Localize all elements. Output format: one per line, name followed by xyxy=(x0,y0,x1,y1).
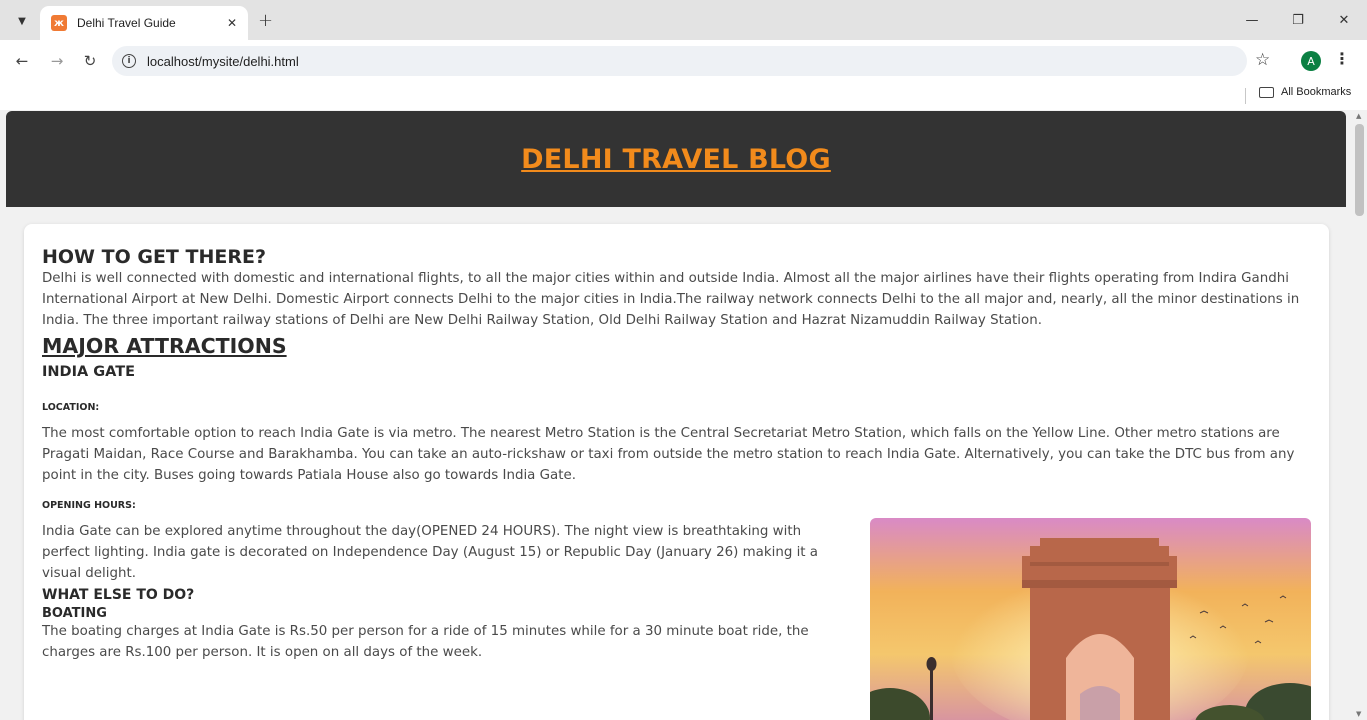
location-text: The most comfortable option to reach Ind… xyxy=(42,426,1295,483)
address-bar[interactable]: i localhost/mysite/delhi.html xyxy=(112,46,1247,76)
get-there-heading: HOW TO GET THERE? xyxy=(42,246,266,268)
page-scrollbar[interactable]: ▲ ▼ xyxy=(1352,110,1367,720)
tab-active[interactable]: ж Delhi Travel Guide ✕ xyxy=(40,6,248,40)
site-title[interactable]: DELHI TRAVEL BLOG xyxy=(521,144,831,175)
kebab-icon[interactable]: ⋮ xyxy=(1334,49,1350,68)
arrow-left-icon[interactable]: ← xyxy=(12,51,32,71)
get-there-text: Delhi is well connected with domestic an… xyxy=(42,271,1300,328)
opening-hours-text: India Gate can be explored anytime throu… xyxy=(42,524,819,581)
major-attractions-heading: MAJOR ATTRACTIONS xyxy=(42,334,287,358)
all-bookmarks-label: All Bookmarks xyxy=(1281,86,1352,98)
star-icon[interactable]: ☆ xyxy=(1255,50,1270,70)
boating-text: The boating charges at India Gate is Rs.… xyxy=(42,624,809,660)
arrow-right-icon[interactable]: → xyxy=(47,51,67,71)
india-gate-heading: INDIA GATE xyxy=(42,364,136,380)
window-controls: — ❐ ✕ xyxy=(1229,0,1367,40)
info-icon[interactable]: i xyxy=(122,54,136,68)
reload-icon[interactable]: ↻ xyxy=(80,51,100,71)
restore-icon[interactable]: ❐ xyxy=(1275,0,1321,40)
close-icon[interactable]: ✕ xyxy=(224,16,240,30)
avatar[interactable]: A xyxy=(1301,51,1321,71)
site-header: DELHI TRAVEL BLOG xyxy=(6,111,1346,207)
chevron-down-icon[interactable]: ▼ xyxy=(12,11,32,31)
window-close-icon[interactable]: ✕ xyxy=(1321,0,1367,40)
browser-toolbar: ← → ↻ i localhost/mysite/delhi.html ☆ A … xyxy=(0,40,1367,82)
opening-hours-label: OPENING HOURS: xyxy=(42,500,136,511)
minimize-icon[interactable]: — xyxy=(1229,0,1275,40)
india-gate-image xyxy=(870,518,1311,720)
tab-title: Delhi Travel Guide xyxy=(77,16,176,30)
bookmarks-bar: All Bookmarks xyxy=(0,82,1367,110)
plus-icon[interactable]: + xyxy=(258,10,273,31)
url-text[interactable]: localhost/mysite/delhi.html xyxy=(147,54,299,69)
scroll-down-icon[interactable]: ▼ xyxy=(1356,710,1361,718)
bookmarks-separator xyxy=(1245,88,1246,104)
india-gate-illustration xyxy=(870,518,1311,720)
scroll-thumb[interactable] xyxy=(1355,124,1364,216)
scroll-up-icon[interactable]: ▲ xyxy=(1356,112,1361,120)
all-bookmarks-button[interactable]: All Bookmarks xyxy=(1259,86,1351,98)
folder-icon xyxy=(1259,86,1274,98)
tab-strip: ▼ ж Delhi Travel Guide ✕ + — ❐ ✕ xyxy=(0,0,1367,40)
location-label: LOCATION: xyxy=(42,402,100,413)
xampp-icon: ж xyxy=(51,15,67,31)
